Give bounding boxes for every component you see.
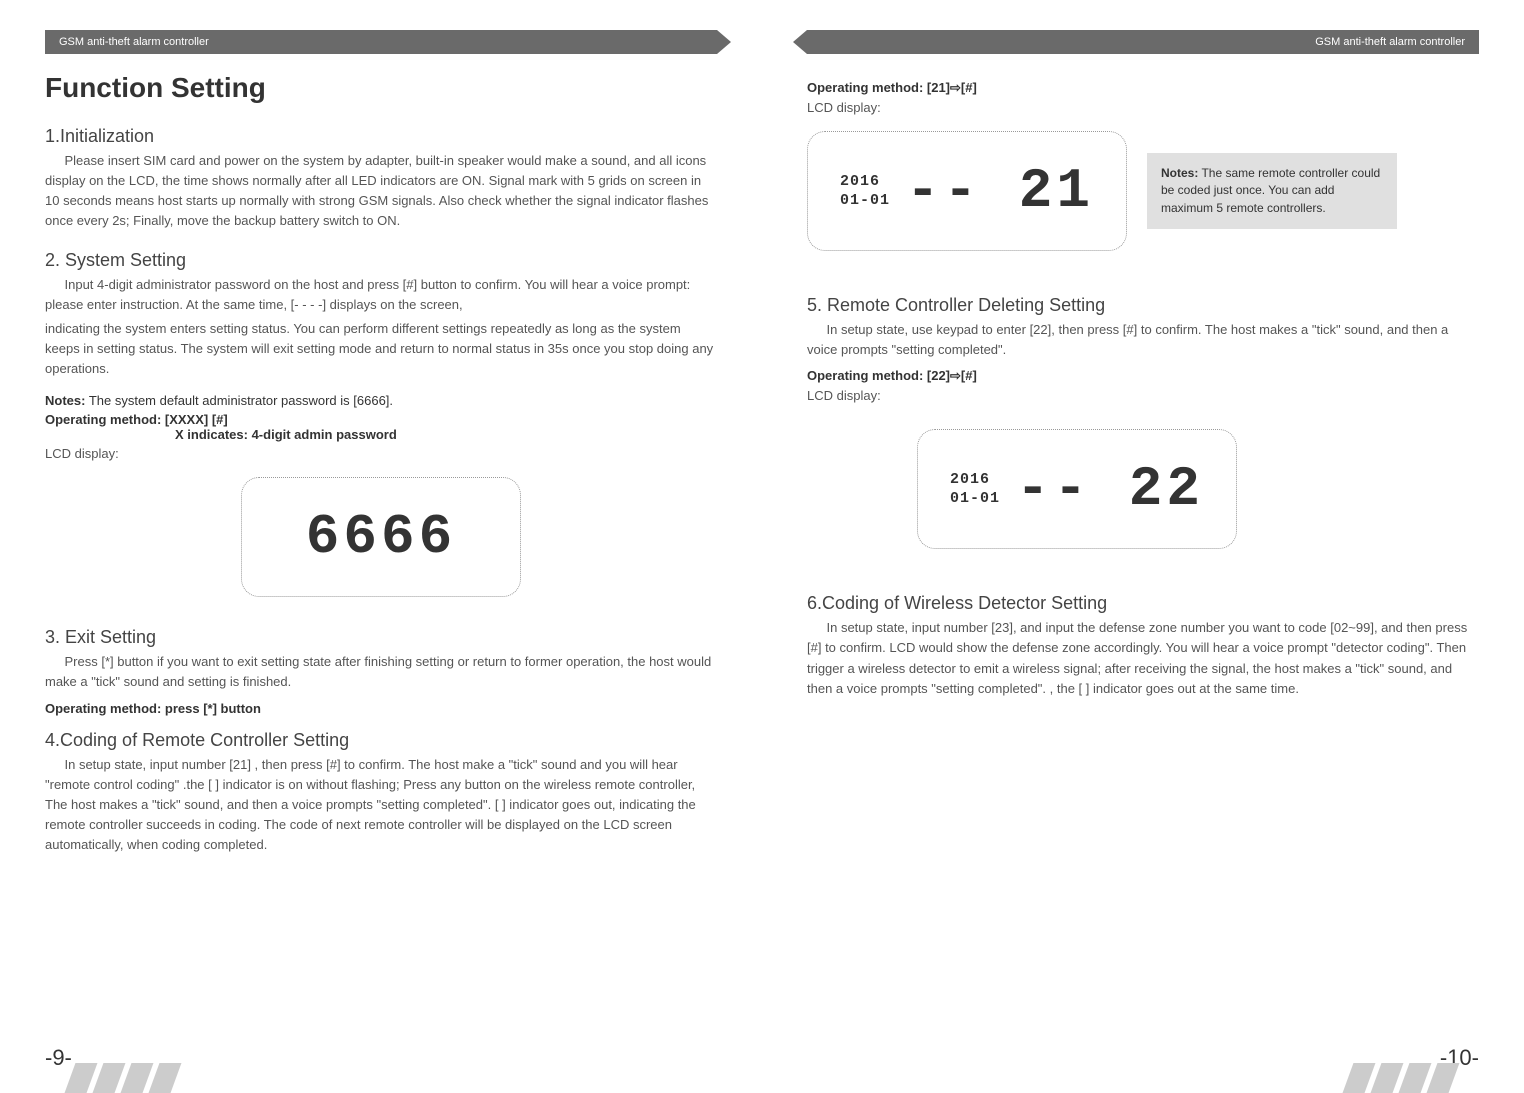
op-post-5: [#] [961,368,977,383]
decor-stripe [121,1063,154,1093]
section-1-heading: 1.Initialization [45,126,717,147]
section-2-body1: Input 4-digit administrator password on … [45,275,717,315]
top-lcd-label: LCD display: [807,100,1479,115]
lcd-display-22: 2016 01-01 -- 22 [917,429,1237,549]
section-2-op: Operating method: [XXXX] [#] [45,412,717,427]
lcd-display-6666: 6666 [241,477,521,597]
lcd-year-22: 2016 [950,470,1000,490]
section-4-heading: 4.Coding of Remote Controller Setting [45,730,717,751]
lcd-date: 01-01 [840,191,890,211]
op-pre-5: Operating method: [22] [807,368,950,383]
lcd-date-22: 01-01 [950,489,1000,509]
arrow-icon: ⇨ [950,368,961,384]
bottom-decor-right [1348,1063,1454,1093]
section-3-body: Press [*] button if you want to exit set… [45,652,717,692]
section-2-op-sub: X indicates: 4-digit admin password [175,427,717,442]
lcd-value-22: -- 22 [1016,457,1204,521]
lcd-date-col-22: 2016 01-01 [950,470,1000,509]
op-pre: Operating method: [21] [807,80,950,95]
page-number-left: -9- [45,1045,72,1071]
arrow-icon: ⇨ [950,80,961,96]
section-2-body2: indicating the system enters setting sta… [45,319,717,379]
section-2-notes: Notes: The system default administrator … [45,393,717,408]
section-2-lcd-label: LCD display: [45,446,717,461]
note-box-remote: Notes: The same remote controller could … [1147,153,1397,229]
section-3-op: Operating method: press [*] button [45,701,717,716]
decor-stripe [65,1063,98,1093]
section-5-body: In setup state, use keypad to enter [22]… [807,320,1479,360]
section-6-body: In setup state, input number [23], and i… [807,618,1479,699]
decor-stripe [149,1063,182,1093]
lcd-date-col: 2016 01-01 [840,172,890,211]
section-3-heading: 3. Exit Setting [45,627,717,648]
header-left-text: GSM anti-theft alarm controller [59,36,209,48]
decor-stripe [1399,1063,1432,1093]
notes-text: The system default administrator passwor… [85,393,393,408]
lcd-value-21: -- 21 [906,159,1094,223]
decor-stripe [93,1063,126,1093]
section-6-heading: 6.Coding of Wireless Detector Setting [807,593,1479,614]
bottom-decor-left [70,1063,176,1093]
page-right: GSM anti-theft alarm controller Operatin… [762,0,1524,1093]
header-bar-right: GSM anti-theft alarm controller [807,30,1479,54]
page-spread: GSM anti-theft alarm controller Function… [0,0,1524,1093]
section-1-body: Please insert SIM card and power on the … [45,151,717,232]
section-5-op: Operating method: [22]⇨[#] [807,368,1479,384]
lcd-value-6666: 6666 [306,505,456,569]
top-op-method: Operating method: [21]⇨[#] [807,80,1479,96]
lcd-and-note-row: 2016 01-01 -- 21 Notes: The same remote … [807,131,1479,251]
notes-label: Notes: [45,393,85,408]
op-post: [#] [961,80,977,95]
note-label: Notes: [1161,166,1198,180]
section-4-body: In setup state, input number [21] , then… [45,755,717,856]
page-left: GSM anti-theft alarm controller Function… [0,0,762,1093]
decor-stripe [1343,1063,1376,1093]
header-right-text: GSM anti-theft alarm controller [1315,36,1465,48]
section-5-lcd-label: LCD display: [807,388,1479,403]
lcd-display-21: 2016 01-01 -- 21 [807,131,1127,251]
header-bar-left: GSM anti-theft alarm controller [45,30,717,54]
main-title: Function Setting [45,72,717,104]
section-2-heading: 2. System Setting [45,250,717,271]
section-5-heading: 5. Remote Controller Deleting Setting [807,295,1479,316]
decor-stripe [1371,1063,1404,1093]
decor-stripe [1427,1063,1460,1093]
lcd-year: 2016 [840,172,890,192]
